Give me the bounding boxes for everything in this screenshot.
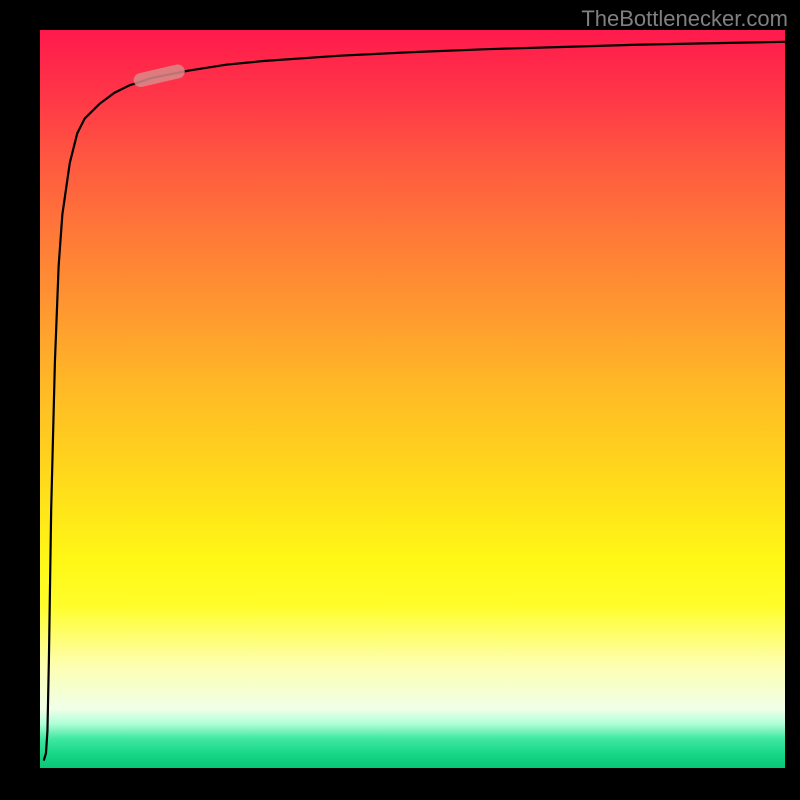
chart-plot-area <box>40 30 785 768</box>
chart-curve-svg <box>40 30 785 768</box>
watermark-text: TheBottlenecker.com <box>581 6 788 32</box>
bottleneck-curve <box>44 42 785 761</box>
curve-marker <box>132 63 186 88</box>
